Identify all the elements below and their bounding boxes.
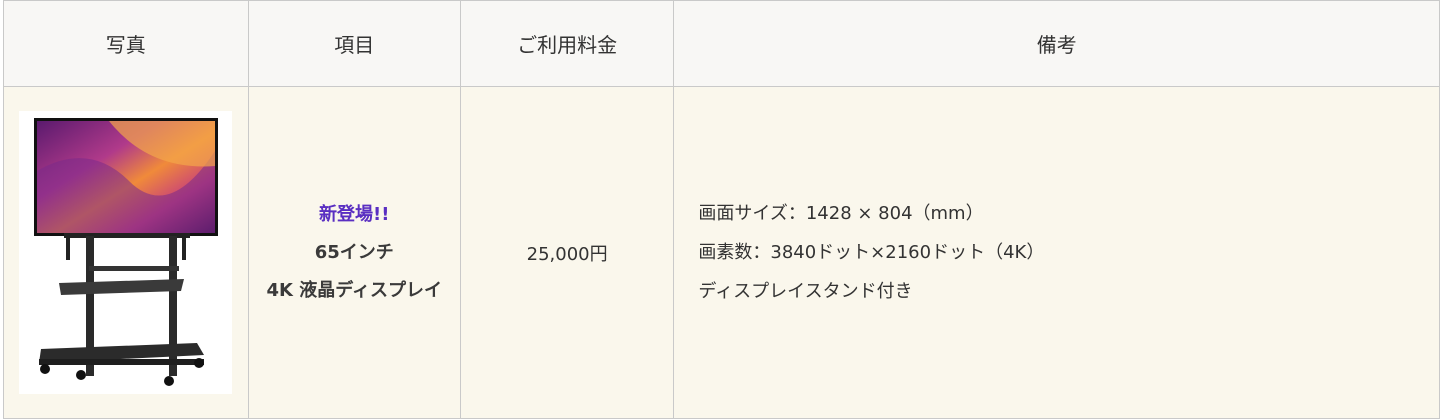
price-value: 25,000円 — [526, 243, 608, 265]
item-name: 4K 液晶ディスプレイ — [266, 279, 442, 301]
photo-cell — [3, 86, 249, 419]
new-badge: 新登場!! — [319, 203, 390, 225]
price-cell: 25,000円 — [459, 86, 675, 419]
tv-on-stand-image — [34, 118, 219, 386]
header-price: ご利用料金 — [459, 0, 675, 87]
product-photo — [19, 111, 233, 394]
table-header-row: 写真 項目 ご利用料金 備考 — [3, 0, 1440, 87]
table-row: 新登場!! 65インチ 4K 液晶ディスプレイ 25,000円 画面サイズ：14… — [3, 86, 1440, 419]
notes-cell: 画面サイズ：1428 × 804（mm） 画素数：3840ドット×2160ドット… — [673, 86, 1440, 419]
item-size: 65インチ — [314, 241, 394, 263]
note-stand: ディスプレイスタンド付き — [698, 281, 913, 302]
note-screen-size: 画面サイズ：1428 × 804（mm） — [698, 203, 984, 224]
header-photo: 写真 — [3, 0, 249, 87]
note-resolution: 画素数：3840ドット×2160ドット（4K） — [698, 242, 1045, 263]
item-cell: 新登場!! 65インチ 4K 液晶ディスプレイ — [247, 86, 461, 419]
header-item: 項目 — [247, 0, 461, 87]
header-notes: 備考 — [673, 0, 1440, 87]
rental-price-table: 写真 項目 ご利用料金 備考 新登場!! 65インチ 4K 液晶ディスプレイ 2… — [3, 0, 1440, 419]
